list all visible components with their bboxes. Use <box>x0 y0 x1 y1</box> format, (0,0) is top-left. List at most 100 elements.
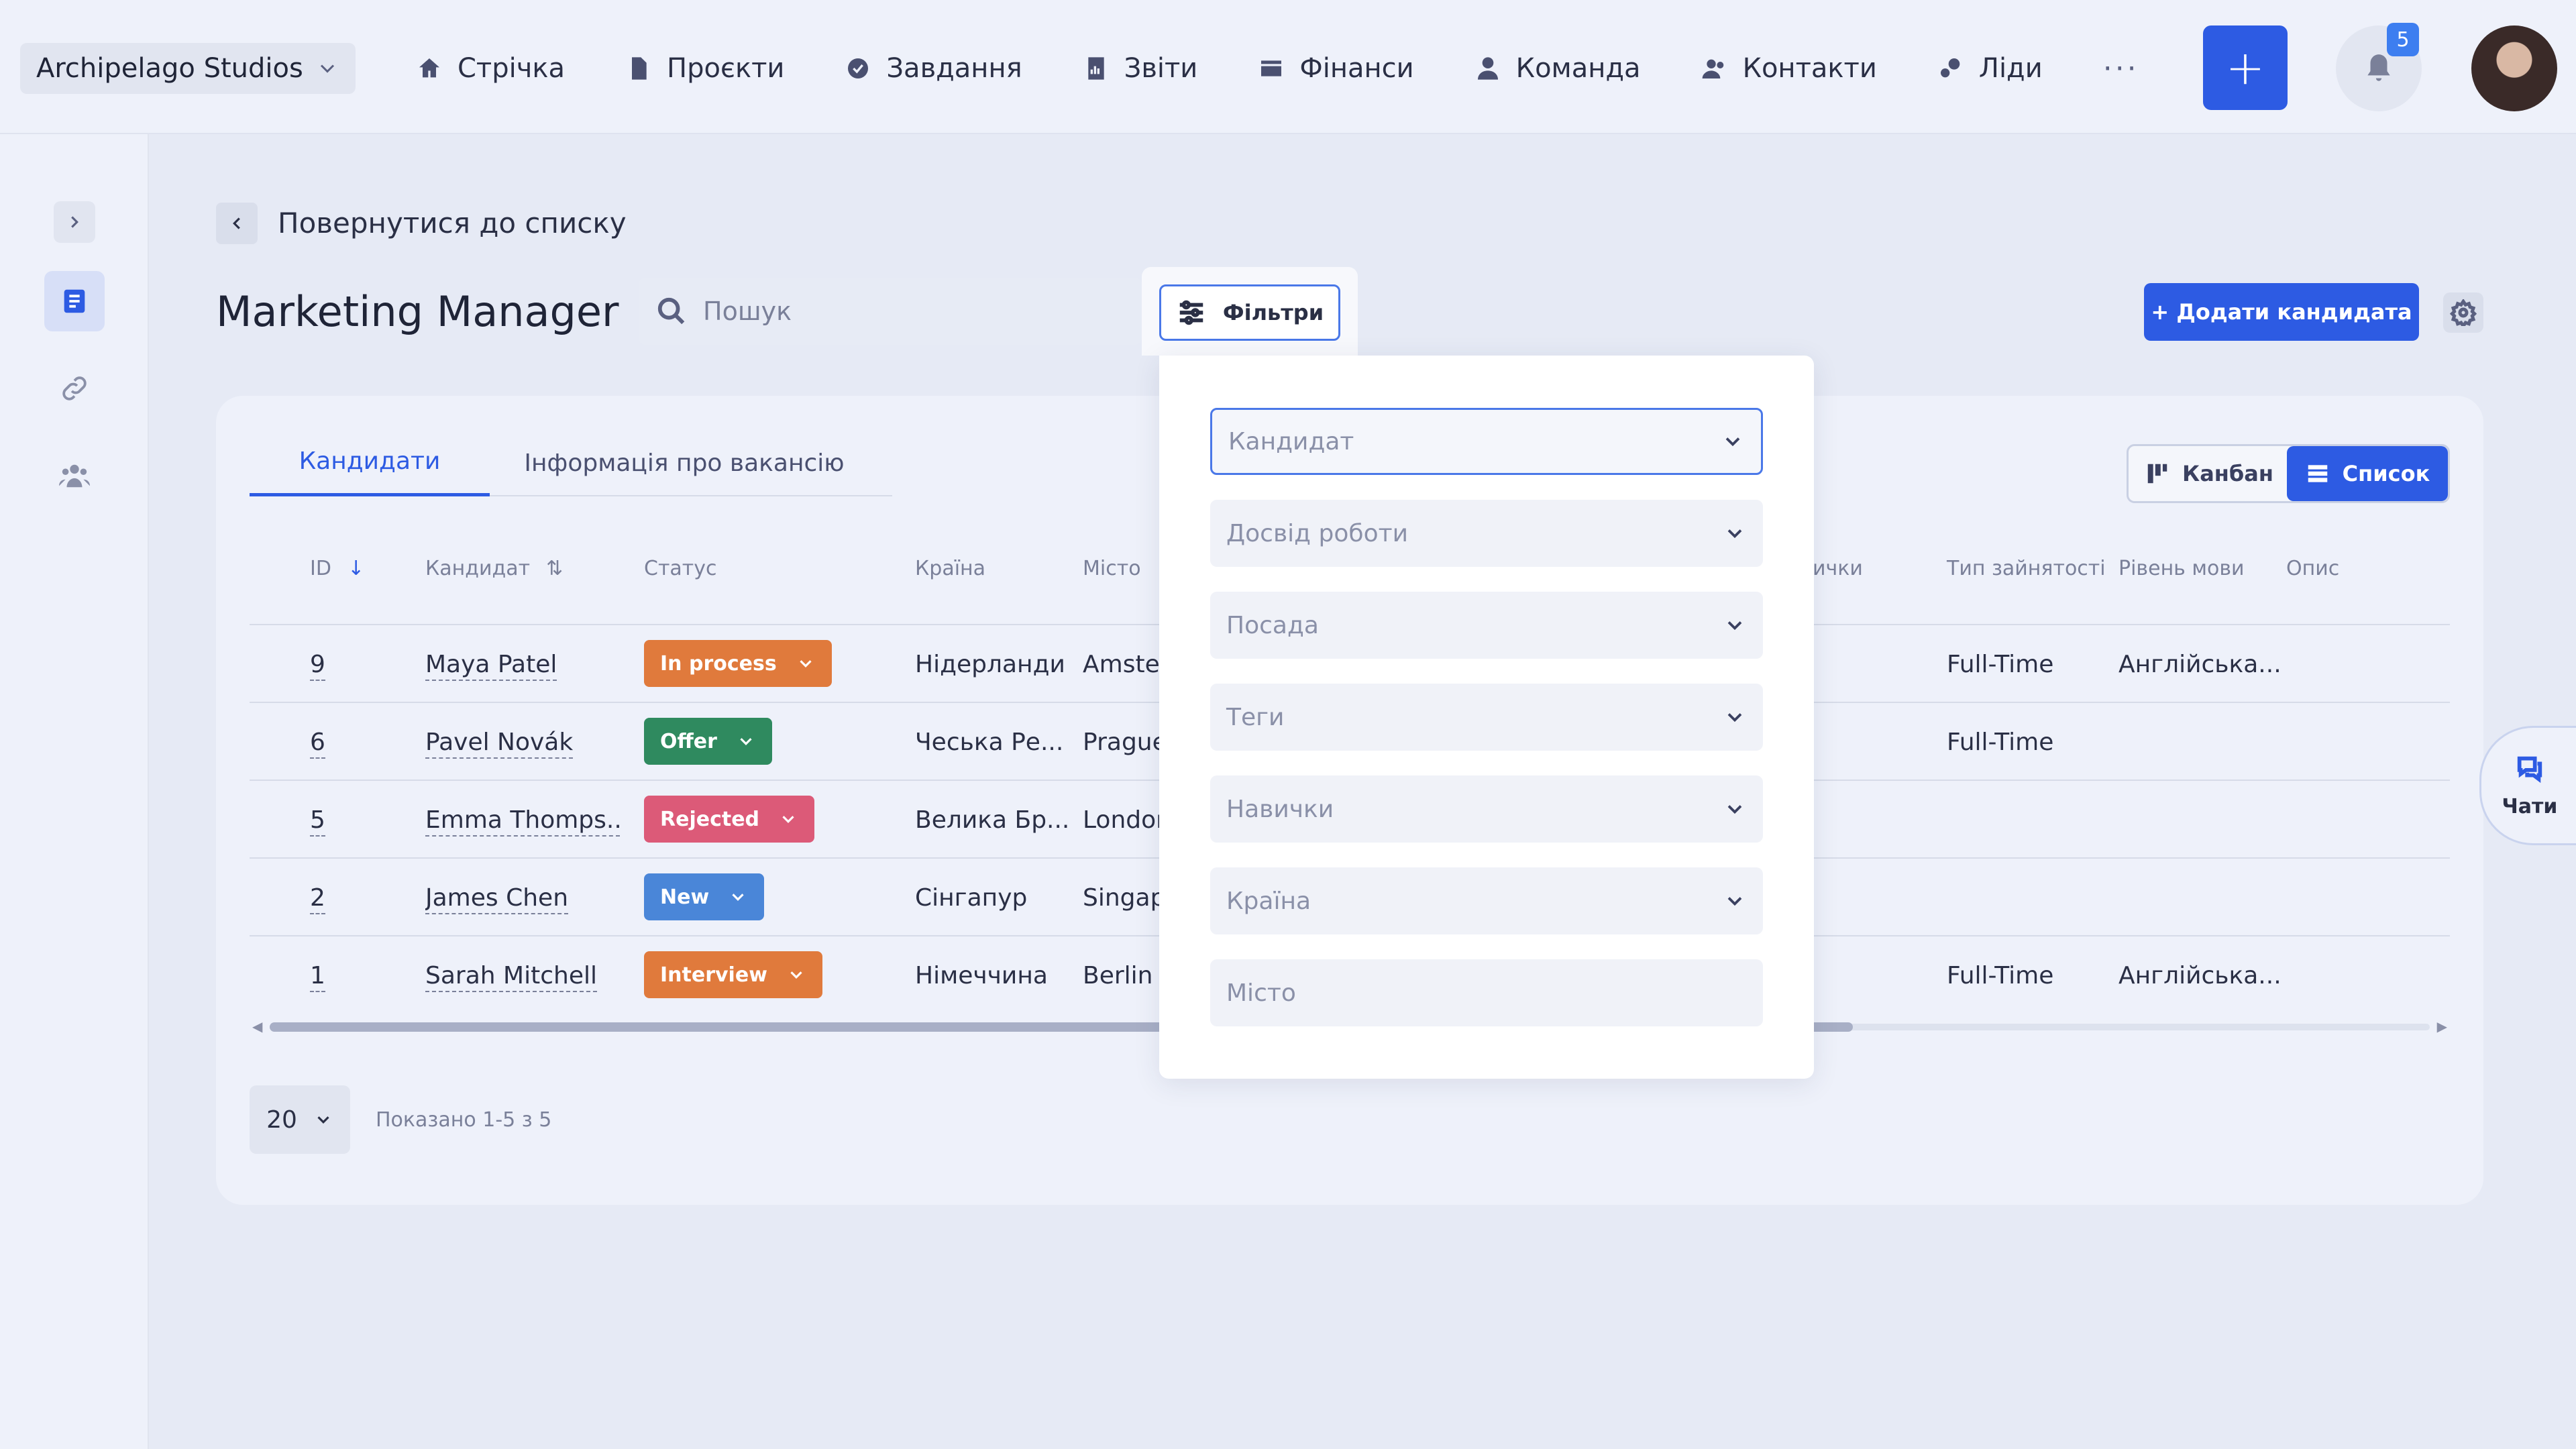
page-title: Marketing Manager <box>216 287 619 336</box>
tab-vacancy-info[interactable]: Інформація про вакансію <box>510 429 859 496</box>
status-dropdown[interactable]: In process <box>644 640 832 687</box>
status-dropdown[interactable]: New <box>644 873 765 920</box>
nav-item-finance[interactable]: Фінанси <box>1258 53 1414 84</box>
row-id[interactable]: 2 <box>310 884 325 914</box>
status-label: New <box>660 885 710 909</box>
row-id[interactable]: 5 <box>310 806 325 837</box>
list-view-button[interactable]: Список <box>2287 446 2448 501</box>
page-size-select[interactable]: 20 <box>250 1085 350 1154</box>
chats-button[interactable]: Чати <box>2479 726 2576 845</box>
link-icon <box>62 376 87 400</box>
rail-item-vacancies[interactable] <box>44 271 105 331</box>
filter-placeholder: Посада <box>1226 611 1319 639</box>
column-header-country[interactable]: Країна <box>915 557 985 580</box>
rail-item-links[interactable] <box>44 358 105 419</box>
avatar[interactable] <box>2471 25 2557 111</box>
chevron-down-icon <box>1727 805 1742 814</box>
nav-label: Завдання <box>886 53 1022 84</box>
chevron-down-icon <box>1725 437 1740 447</box>
filter-field[interactable]: Посада <box>1210 592 1763 659</box>
nav-label: Стрічка <box>458 53 566 84</box>
nav-label: Проєкти <box>667 53 785 84</box>
search-input[interactable] <box>703 297 1106 326</box>
nav-item-projects[interactable]: Проєкти <box>625 53 784 84</box>
scroll-right-icon[interactable]: ▶ <box>2437 1018 2447 1034</box>
settings-button[interactable] <box>2443 292 2483 333</box>
nav-label: Команда <box>1515 53 1641 84</box>
document-icon <box>632 57 647 80</box>
status-dropdown[interactable]: Offer <box>644 718 772 765</box>
row-id[interactable]: 1 <box>310 962 325 992</box>
nav-more-button[interactable]: ··· <box>2103 52 2139 86</box>
status-label: Interview <box>660 963 767 987</box>
filter-field[interactable]: Країна <box>1210 867 1763 934</box>
workspace-selector[interactable]: Archipelago Studios <box>20 43 356 94</box>
scroll-left-icon[interactable]: ◀ <box>252 1018 262 1034</box>
sliders-icon <box>1179 300 1203 325</box>
nav-item-tasks[interactable]: Завдання <box>845 53 1022 84</box>
notifications-badge: 5 <box>2387 23 2419 56</box>
row-id[interactable]: 6 <box>310 729 325 759</box>
filter-field[interactable]: Досвід роботи <box>1210 500 1763 567</box>
country-cell: Велика Бр... <box>915 806 1070 834</box>
nav-item-reports[interactable]: Звіти <box>1083 53 1197 84</box>
user-icon <box>1477 57 1498 80</box>
candidate-name-link[interactable]: Sarah Mitchell <box>425 962 597 992</box>
city-cell: Londor <box>1083 806 1166 834</box>
column-label: ID <box>310 557 331 580</box>
back-button[interactable] <box>216 203 258 244</box>
report-icon <box>1088 57 1104 80</box>
candidate-name-link[interactable]: James Chen <box>425 884 569 914</box>
sort-icon: ⇅ <box>546 557 564 580</box>
search-box[interactable] <box>639 278 1142 345</box>
filter-placeholder: Теги <box>1226 703 1285 731</box>
city-cell: Berlin <box>1083 962 1153 989</box>
column-header-id[interactable]: ID ↓ <box>310 557 364 580</box>
row-id[interactable]: 9 <box>310 651 325 681</box>
candidate-name-link[interactable]: Pavel Novák <box>425 729 574 759</box>
nav-item-leads[interactable]: Ліди <box>1937 53 2043 84</box>
add-button[interactable]: + <box>2203 25 2288 110</box>
filter-placeholder: Місто <box>1226 979 1296 1007</box>
column-header-employment[interactable]: Тип зайнятості <box>1947 557 2106 580</box>
tab-candidates[interactable]: Кандидати <box>250 429 490 496</box>
filters-button[interactable]: Фільтри <box>1159 284 1340 341</box>
chevron-down-icon <box>790 971 802 979</box>
nav-label: Контакти <box>1742 53 1877 84</box>
column-header-city[interactable]: Місто <box>1083 557 1141 580</box>
add-candidate-button[interactable]: + Додати кандидата <box>2144 283 2419 341</box>
nav-label: Фінанси <box>1299 53 1414 84</box>
filter-field[interactable]: Місто <box>1210 959 1763 1026</box>
status-dropdown[interactable]: Rejected <box>644 796 815 843</box>
filter-field[interactable]: Кандидат <box>1210 408 1763 475</box>
column-header-candidate[interactable]: Кандидат ⇅ <box>425 557 563 580</box>
column-header-language[interactable]: Рівень мови <box>2118 557 2245 580</box>
chevron-left-icon <box>233 217 240 229</box>
status-label: Offer <box>660 729 717 753</box>
column-header-skills[interactable]: ички <box>1813 557 1863 580</box>
bell-icon <box>2367 54 2390 81</box>
country-cell: Сінгапур <box>915 884 1028 912</box>
filter-placeholder: Кандидат <box>1228 427 1354 455</box>
view-toggle: Канбан Список <box>2127 444 2450 503</box>
nav-item-feed[interactable]: Стрічка <box>416 53 565 84</box>
language-cell: Англійська... <box>2118 651 2282 678</box>
nav-item-team[interactable]: Команда <box>1474 53 1641 84</box>
expand-sidebar-button[interactable] <box>54 201 95 243</box>
filter-field[interactable]: Навички <box>1210 775 1763 843</box>
chevron-down-icon <box>1727 621 1742 631</box>
back-to-list-link[interactable]: Повернутися до списку <box>278 207 627 239</box>
column-header-description[interactable]: Опис <box>2286 557 2339 580</box>
rail-item-team[interactable] <box>44 445 105 506</box>
nav-item-contacts[interactable]: Контакти <box>1701 53 1877 84</box>
filter-field[interactable]: Теги <box>1210 684 1763 751</box>
city-cell: Prague <box>1083 729 1167 756</box>
candidate-name-link[interactable]: Emma Thomps... <box>425 806 620 837</box>
status-dropdown[interactable]: Interview <box>644 951 822 998</box>
column-header-status[interactable]: Статус <box>644 557 717 580</box>
leads-icon <box>1940 58 1960 78</box>
kanban-view-button[interactable]: Канбан <box>2129 446 2290 501</box>
chevron-down-icon <box>1727 713 1742 722</box>
gear-icon <box>2450 299 2477 326</box>
candidate-name-link[interactable]: Maya Patel <box>425 651 557 681</box>
